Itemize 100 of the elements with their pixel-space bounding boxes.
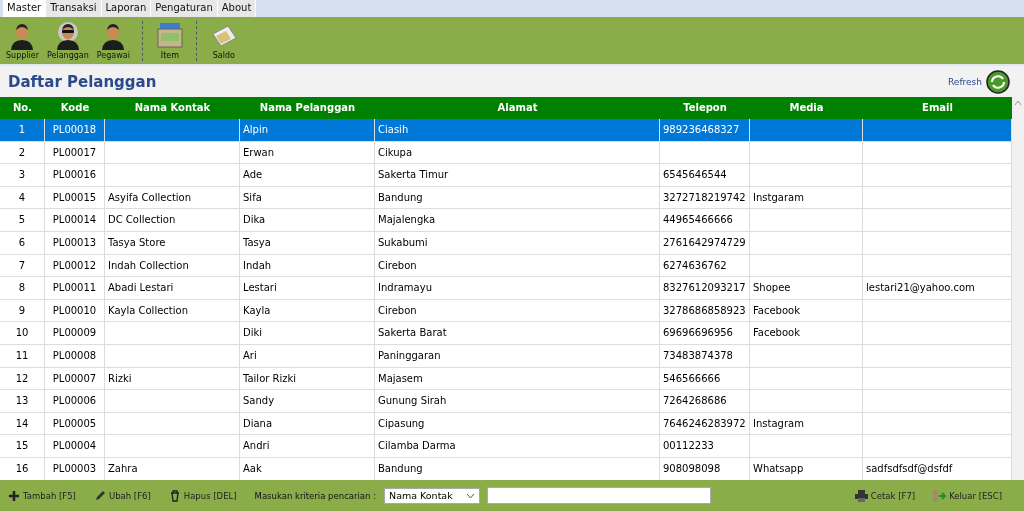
column-header[interactable]: Nama Kontak <box>105 97 240 119</box>
table-cell: 6545646544 <box>663 169 727 181</box>
table-cell: 00112233 <box>663 440 714 452</box>
table-cell: PL00008 <box>52 349 97 361</box>
toolbar-button[interactable]: Supplier <box>4 21 41 60</box>
table-cell: PL00018 <box>52 124 97 135</box>
table-cell: 3 <box>18 169 26 181</box>
table-cell: 2761642974729 <box>663 236 746 248</box>
table-cell: Ciasih <box>378 124 409 135</box>
table-cell: Instagram <box>753 417 804 429</box>
column-header[interactable]: Nama Pelanggan <box>240 97 375 119</box>
table-cell: 3272718219742 <box>663 191 746 203</box>
table-cell: Tailor Rizki <box>243 372 297 384</box>
column-header[interactable]: Alamat <box>375 97 660 119</box>
table-cell: 6 <box>18 236 26 248</box>
table-cell: Cikupa <box>378 146 413 158</box>
table-cell: 10 <box>15 327 29 339</box>
table-cell: PL00010 <box>52 304 97 316</box>
menu-tab[interactable]: About <box>217 0 257 17</box>
column-header[interactable]: Media <box>750 97 863 119</box>
menu-tab[interactable]: Master <box>3 0 47 17</box>
table-cell: Diana <box>243 417 273 429</box>
table-cell: PL00017 <box>52 146 97 158</box>
table-cell: lestari21@yahoo.com <box>866 282 975 294</box>
footer-button[interactable]: Tambah [F5] <box>8 489 76 502</box>
table-cell: PL00007 <box>52 372 97 384</box>
table-cell: Paninggaran <box>378 349 441 361</box>
table-cell: Dika <box>243 214 266 226</box>
table-cell: Abadi Lestari <box>108 282 174 294</box>
table-cell: PL00009 <box>52 327 97 339</box>
table-cell: 8 <box>18 282 26 294</box>
table-cell: Rizki <box>108 372 132 384</box>
refresh-link[interactable]: Refresh <box>948 76 982 87</box>
person-icon <box>100 21 127 50</box>
column-header[interactable]: Telepon <box>660 97 750 119</box>
table-cell: PL00013 <box>52 236 97 248</box>
table-cell: Bandung <box>378 462 423 474</box>
table-cell: 11 <box>15 349 29 361</box>
footer-button[interactable]: Hapus [DEL] <box>168 489 237 502</box>
table-cell: Lestari <box>243 282 277 294</box>
table-cell: 2 <box>18 146 26 158</box>
footer-button[interactable]: Keluar [ESC] <box>933 489 1002 502</box>
table-cell: Cilamba Darma <box>378 440 456 452</box>
door-exit-icon <box>933 489 947 502</box>
column-header[interactable]: No. <box>0 97 45 119</box>
toolbar-button[interactable]: Item <box>153 21 186 60</box>
table-cell: 8327612093217 <box>663 282 746 294</box>
plus-icon <box>8 489 20 502</box>
table-cell: 4 <box>18 191 26 203</box>
toolbar-button[interactable]: Pegawai <box>94 21 132 60</box>
table-cell: PL00006 <box>52 395 97 407</box>
refresh-icon[interactable] <box>986 69 1010 94</box>
table-cell: PL00004 <box>52 440 97 452</box>
scroll-up-icon[interactable] <box>1014 100 1022 106</box>
table-cell: 3278686858923 <box>663 304 746 316</box>
table-cell: PL00015 <box>52 191 97 203</box>
menu-tab[interactable]: Laporan <box>101 0 152 17</box>
toolbar-button[interactable]: Saldo <box>207 21 240 60</box>
table-cell: 14 <box>15 417 29 429</box>
toolbar-button[interactable]: Pelanggan <box>44 21 91 60</box>
table-cell: Asyifa Collection <box>108 191 192 203</box>
table-cell: Indah Collection <box>108 259 189 271</box>
table-cell: Majasem <box>378 372 423 384</box>
table-cell: PL00003 <box>52 462 97 474</box>
table-cell: 908098098 <box>663 462 721 474</box>
table-cell: 1 <box>18 124 26 135</box>
person-icon <box>9 21 36 50</box>
table-cell: PL00014 <box>52 214 97 226</box>
table-cell: Indramayu <box>378 282 432 294</box>
table-cell: Aak <box>243 462 262 474</box>
table-cell: Sakerta Timur <box>378 169 449 181</box>
table-cell: 7646246283972 <box>663 417 746 429</box>
search-criteria-dropdown[interactable]: Nama Kontak <box>384 487 481 504</box>
footer-button[interactable]: Ubah [F6] <box>93 489 151 502</box>
table-cell: Cirebon <box>378 304 417 316</box>
table-cell: 6274636762 <box>663 259 727 271</box>
table-cell: 73483874378 <box>663 349 733 361</box>
person-sunglasses-icon <box>54 21 81 50</box>
table-cell: Indah <box>243 259 272 271</box>
table-cell: Sukabumi <box>378 236 428 248</box>
column-header[interactable]: Kode <box>45 97 105 119</box>
trash-icon <box>168 489 181 502</box>
register-icon <box>155 21 184 50</box>
menu-tab[interactable]: Pengaturan <box>151 0 218 17</box>
table-cell: Gunung Sirah <box>378 395 447 407</box>
menu-tab[interactable]: Transaksi <box>46 0 102 17</box>
table-cell: 7 <box>18 259 26 271</box>
search-field[interactable] <box>487 487 712 504</box>
table-cell: 546566666 <box>663 372 721 384</box>
printer-icon <box>854 489 868 502</box>
table-cell: Whatsapp <box>753 462 804 474</box>
column-header[interactable]: Email <box>863 97 1012 119</box>
table-cell: Facebook <box>753 304 800 316</box>
table-cell: PL00016 <box>52 169 97 181</box>
footer-button[interactable]: Cetak [F7] <box>854 489 916 502</box>
table-cell: Cipasung <box>378 417 425 429</box>
table-cell: Bandung <box>378 191 423 203</box>
table-cell: Sakerta Barat <box>378 327 447 339</box>
table-cell: Ari <box>243 349 257 361</box>
table-cell: PL00005 <box>52 417 97 429</box>
